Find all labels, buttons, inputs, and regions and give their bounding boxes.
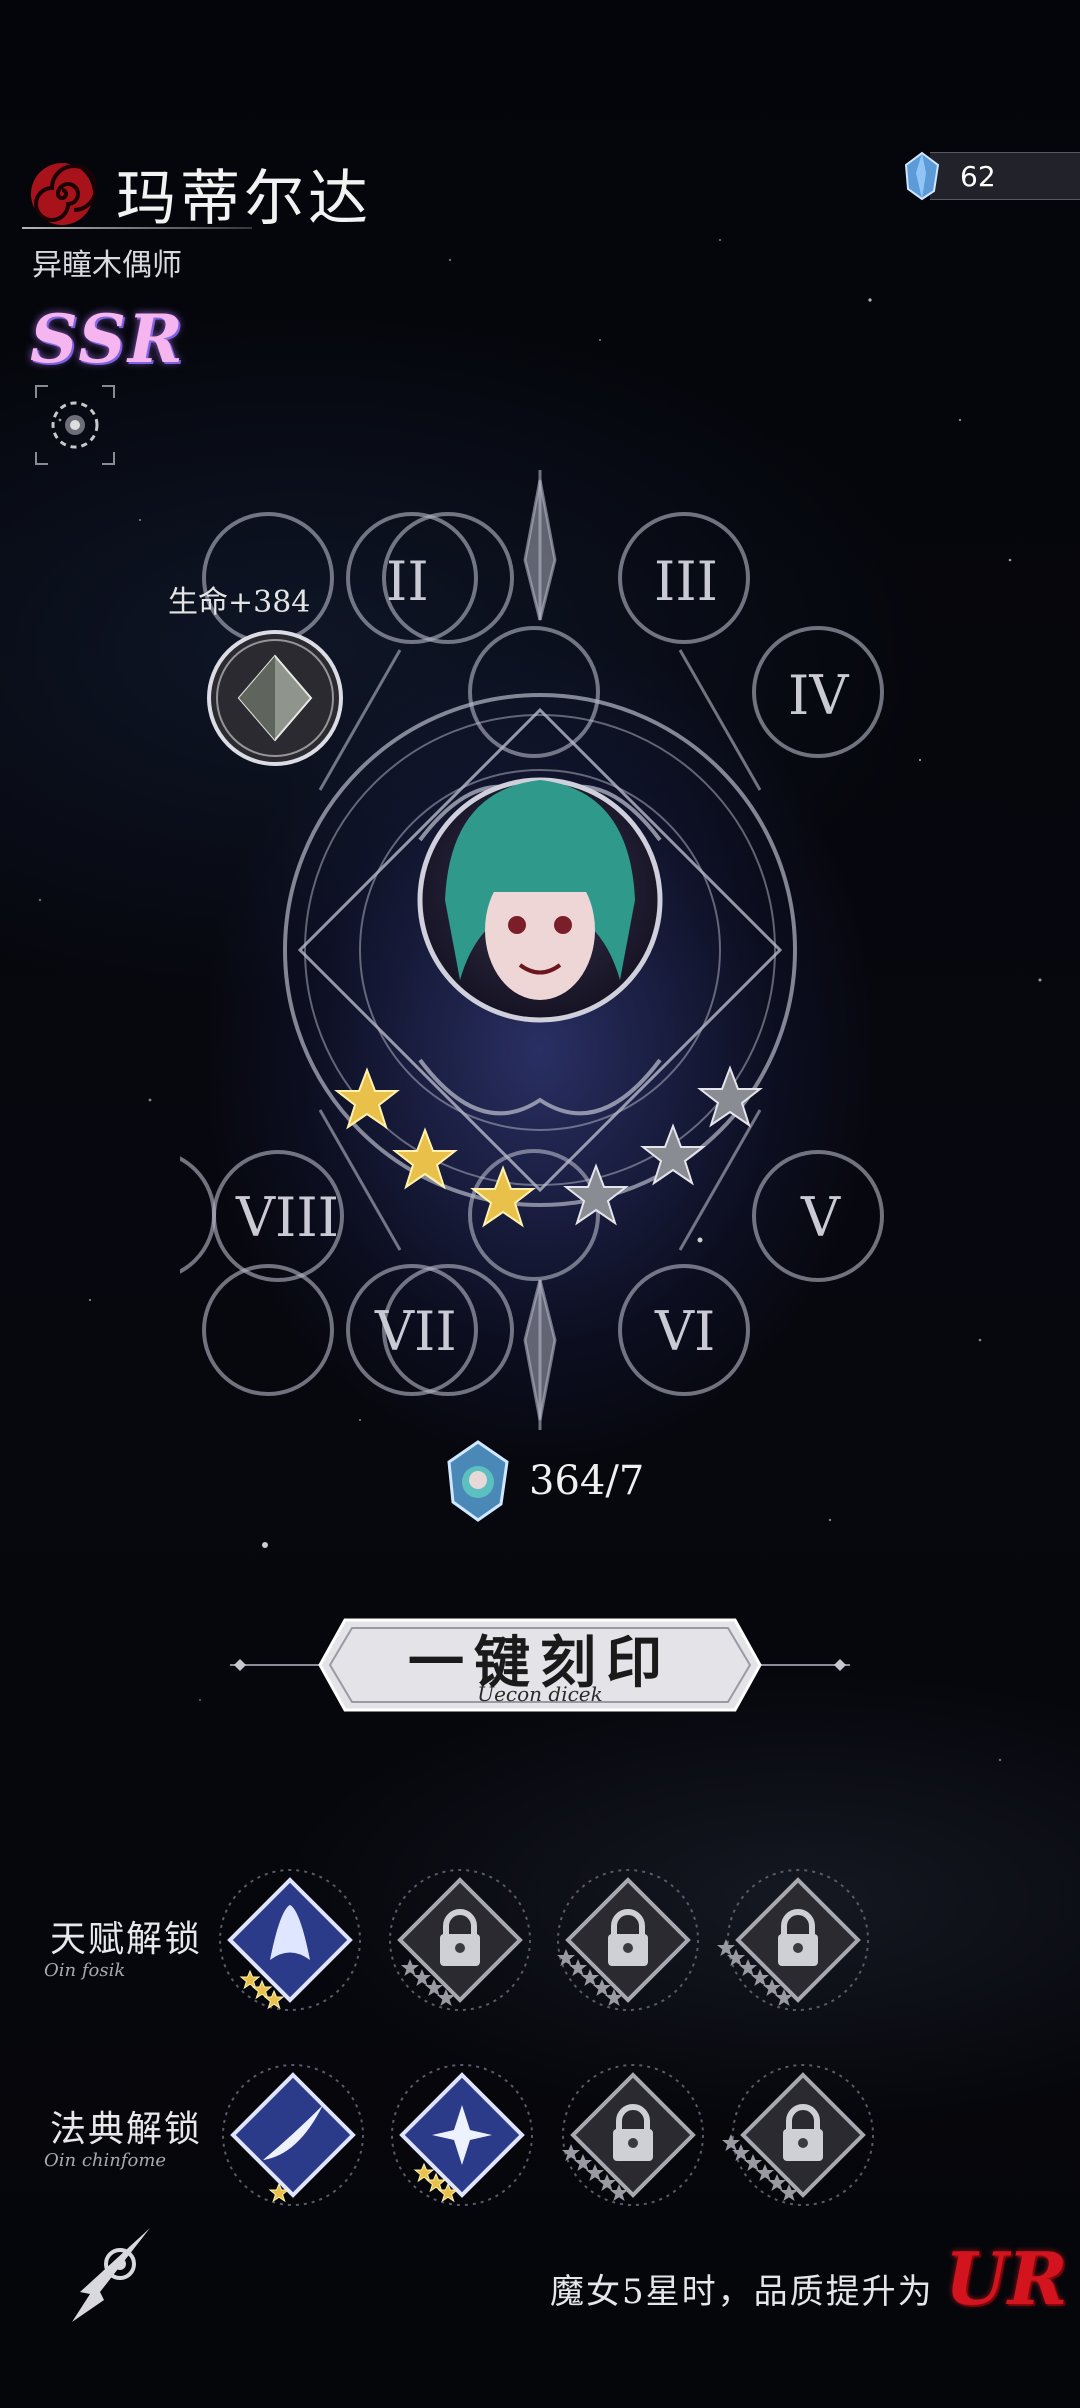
talent-slot-4-locked[interactable] [717,1869,869,2011]
codex-slot-3-locked[interactable] [562,2064,704,2206]
talent-slot-2-locked[interactable] [389,1869,531,2011]
codex-slot-1[interactable] [222,2064,364,2206]
talent-slot-3-locked[interactable] [557,1869,699,2011]
unlock-slots [219,1869,874,2206]
codex-slot-4-locked[interactable] [722,2064,874,2206]
talent-slot-1[interactable] [219,1869,361,2011]
codex-slot-2[interactable] [391,2064,533,2206]
ur-quality-badge: UR [945,2236,1068,2321]
quality-upgrade-hint: 魔女5星时，品质提升为 [550,2272,934,2312]
rose-arrow-back-icon[interactable] [60,2222,156,2328]
